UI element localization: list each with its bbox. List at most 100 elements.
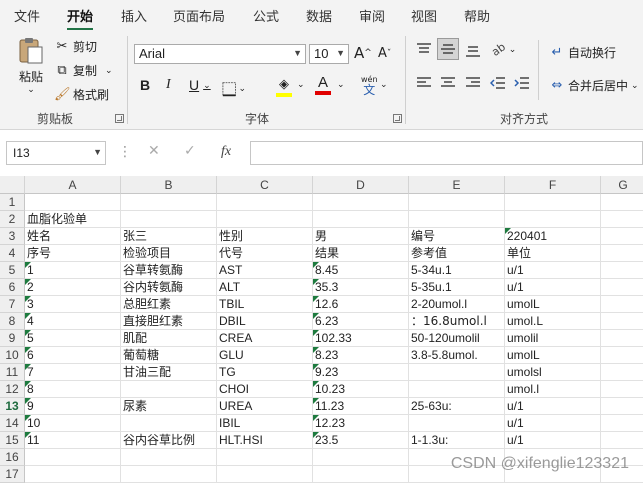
cell[interactable]: 35.3 — [313, 279, 409, 296]
increase-indent-button[interactable] — [514, 76, 530, 90]
cell[interactable]: 姓名 — [25, 228, 121, 245]
cell[interactable] — [409, 415, 505, 432]
cell[interactable] — [409, 194, 505, 211]
cell[interactable]: 甘油三配 — [121, 364, 217, 381]
cell[interactable]: umolL — [505, 347, 601, 364]
cell[interactable]: 3.8-5.8umol. — [409, 347, 505, 364]
cell[interactable]: umolsl — [505, 364, 601, 381]
cell[interactable]: u/1 — [505, 398, 601, 415]
cell[interactable]: 50-120umolil — [409, 330, 505, 347]
cell[interactable] — [601, 364, 643, 381]
cell[interactable]: 8.45 — [313, 262, 409, 279]
cell[interactable]: 序号 — [25, 245, 121, 262]
cell[interactable] — [601, 262, 643, 279]
cell[interactable]: 4 — [25, 313, 121, 330]
font-launcher-icon[interactable] — [393, 114, 402, 123]
cell[interactable]: u/1 — [505, 432, 601, 449]
row-header[interactable]: 12 — [0, 381, 25, 398]
cell[interactable]: 5 — [25, 330, 121, 347]
column-header-e[interactable]: E — [409, 176, 505, 194]
cell[interactable]: 25-63u: — [409, 398, 505, 415]
cell[interactable]: 11 — [25, 432, 121, 449]
merge-center-button[interactable]: ⇔ 合并后居中 ⌄ — [549, 77, 639, 94]
cell[interactable]: TG — [217, 364, 313, 381]
row-header[interactable]: 9 — [0, 330, 25, 347]
cell[interactable] — [121, 211, 217, 228]
cell[interactable]: 220401 — [505, 228, 601, 245]
menu-insert[interactable]: 插入 — [121, 6, 147, 25]
align-middle-button[interactable] — [437, 38, 459, 60]
cell[interactable]: 10.23 — [313, 381, 409, 398]
menu-file[interactable]: 文件 — [14, 6, 40, 25]
borders-button[interactable]: ⌄ — [222, 80, 246, 98]
row-header[interactable]: 2 — [0, 211, 25, 228]
menu-view[interactable]: 视图 — [411, 6, 437, 25]
cell[interactable] — [601, 330, 643, 347]
cell[interactable]: 12.6 — [313, 296, 409, 313]
cell[interactable]: 总胆红素 — [121, 296, 217, 313]
row-header[interactable]: 17 — [0, 466, 25, 483]
increase-font-size-button[interactable]: A^ — [354, 44, 372, 62]
cell[interactable] — [601, 415, 643, 432]
cell[interactable]: 2-20umol.l — [409, 296, 505, 313]
font-size-select[interactable]: 10 ▼ — [309, 44, 349, 64]
cell[interactable]: CHOI — [217, 381, 313, 398]
cell[interactable]: ALT — [217, 279, 313, 296]
align-top-button[interactable] — [416, 42, 432, 56]
cell[interactable] — [601, 398, 643, 415]
cell[interactable]: 9.23 — [313, 364, 409, 381]
cell[interactable]: 性别 — [217, 228, 313, 245]
cell[interactable]: 谷内谷草比例 — [121, 432, 217, 449]
underline-button[interactable]: U ⌄ — [189, 77, 211, 93]
cell[interactable]: 张三 — [121, 228, 217, 245]
orientation-button[interactable]: ab ⌄ — [492, 42, 516, 58]
cell[interactable] — [217, 211, 313, 228]
cell[interactable]: umol.L — [505, 313, 601, 330]
copy-button[interactable]: ⧉ 复制 ⌄ — [54, 62, 113, 79]
clipboard-launcher-icon[interactable] — [115, 114, 124, 123]
cell[interactable]: ：16.8umol.l — [409, 313, 505, 330]
cell[interactable] — [601, 381, 643, 398]
cell[interactable]: umolL — [505, 296, 601, 313]
font-name-select[interactable]: Arial ▼ — [134, 44, 306, 64]
column-header-d[interactable]: D — [313, 176, 409, 194]
decrease-font-size-button[interactable]: Aˇ — [378, 46, 391, 61]
align-left-button[interactable] — [416, 76, 432, 90]
cell[interactable] — [601, 245, 643, 262]
align-bottom-button[interactable] — [465, 44, 481, 58]
column-header-b[interactable]: B — [121, 176, 217, 194]
cell[interactable]: 102.33 — [313, 330, 409, 347]
formula-input[interactable] — [250, 141, 643, 165]
cell[interactable]: 直接胆红素 — [121, 313, 217, 330]
cell[interactable] — [409, 381, 505, 398]
name-box[interactable]: I13 ▼ — [6, 141, 106, 165]
decrease-indent-button[interactable] — [490, 76, 506, 90]
paste-button[interactable]: 粘贴 ⌄ — [14, 36, 48, 96]
cell[interactable]: 6.23 — [313, 313, 409, 330]
cell[interactable]: 8.23 — [313, 347, 409, 364]
cell[interactable]: 葡萄糖 — [121, 347, 217, 364]
cell[interactable]: u/1 — [505, 279, 601, 296]
menu-home[interactable]: 开始 — [67, 6, 93, 25]
phonetic-button[interactable]: wén 文 — [361, 74, 378, 96]
column-header-f[interactable]: F — [505, 176, 601, 194]
cell[interactable]: IBIL — [217, 415, 313, 432]
cell[interactable]: 9 — [25, 398, 121, 415]
cell[interactable]: 3 — [25, 296, 121, 313]
bold-button[interactable]: B — [140, 77, 150, 93]
cancel-icon[interactable]: ✕ — [148, 143, 160, 159]
cell[interactable]: GLU — [217, 347, 313, 364]
cut-button[interactable]: ✂ 剪切 — [54, 38, 97, 55]
cell[interactable]: 6 — [25, 347, 121, 364]
enter-icon[interactable]: ✓ — [184, 143, 196, 159]
cell[interactable]: 2 — [25, 279, 121, 296]
row-header[interactable]: 11 — [0, 364, 25, 381]
cell[interactable] — [313, 211, 409, 228]
cell[interactable] — [313, 194, 409, 211]
cell[interactable] — [409, 364, 505, 381]
cell[interactable] — [601, 228, 643, 245]
cell[interactable]: 7 — [25, 364, 121, 381]
menu-formulas[interactable]: 公式 — [253, 6, 279, 25]
cell[interactable]: 1 — [25, 262, 121, 279]
row-header[interactable]: 10 — [0, 347, 25, 364]
